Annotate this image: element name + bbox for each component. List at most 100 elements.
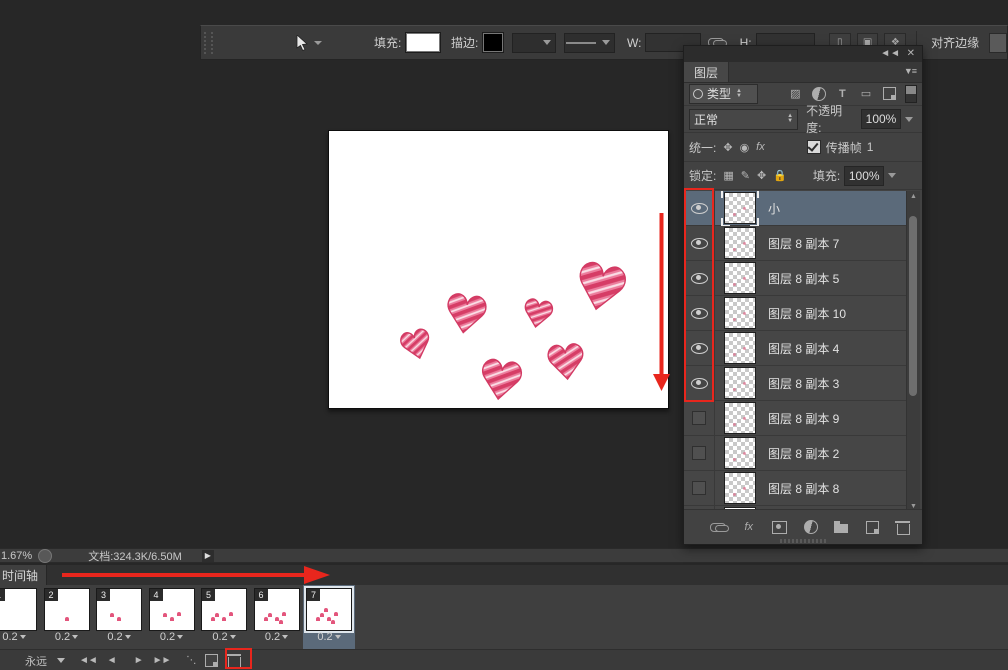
- zoom-value[interactable]: 1.67%: [1, 550, 32, 562]
- next-frame-button[interactable]: ►►: [153, 655, 171, 666]
- move-tool-icon[interactable]: [296, 35, 308, 51]
- frame-cell[interactable]: 10.2: [0, 585, 40, 649]
- eye-toggle[interactable]: [684, 261, 715, 295]
- eye-toggle[interactable]: [684, 191, 715, 225]
- prev-frame-button[interactable]: ◄: [107, 655, 116, 666]
- document-canvas[interactable]: [328, 130, 669, 409]
- eye-toggle[interactable]: [684, 331, 715, 365]
- visibility-checkbox[interactable]: [684, 401, 715, 435]
- status-menu-arrow[interactable]: ▶: [202, 550, 214, 562]
- opacity-dropdown-icon[interactable]: [905, 117, 913, 122]
- filter-smartobject-icon[interactable]: [880, 85, 900, 103]
- link-layers-icon[interactable]: [706, 518, 730, 536]
- options-bar-grip[interactable]: [204, 32, 213, 54]
- frame-thumbnail[interactable]: 7: [306, 588, 352, 631]
- frame-thumbnail[interactable]: 4: [149, 588, 195, 631]
- tween-button[interactable]: ⋱: [186, 655, 195, 666]
- layer-row[interactable]: 图层 8 副本 9: [684, 401, 908, 436]
- tab-layers[interactable]: 图层: [684, 62, 729, 82]
- visibility-checkbox[interactable]: [684, 471, 715, 505]
- propagate-checkbox[interactable]: [807, 140, 821, 154]
- lock-transparent-icon[interactable]: ▦: [723, 169, 733, 182]
- unify-style-icon[interactable]: fx: [756, 141, 765, 153]
- frame-cell[interactable]: 40.2: [146, 585, 198, 649]
- filter-shape-icon[interactable]: ▭: [856, 85, 876, 103]
- layer-row[interactable]: 小: [684, 191, 908, 226]
- first-frame-button[interactable]: ◄◄: [79, 655, 97, 666]
- visibility-checkbox[interactable]: [684, 436, 715, 470]
- layer-thumbnail[interactable]: [724, 332, 756, 364]
- frame-cell[interactable]: 50.2: [198, 585, 250, 649]
- loop-select[interactable]: 永远: [25, 653, 69, 669]
- unify-position-icon[interactable]: ✥: [723, 141, 732, 154]
- play-button[interactable]: ►: [134, 655, 143, 666]
- scrollbar-thumb[interactable]: [909, 216, 917, 396]
- frame-thumbnail[interactable]: 5: [201, 588, 247, 631]
- layer-thumbnail[interactable]: [724, 297, 756, 329]
- eye-toggle[interactable]: [684, 296, 715, 330]
- layer-styles-icon[interactable]: fx: [737, 518, 761, 536]
- layer-row[interactable]: 图层 8 副本 5: [684, 261, 908, 296]
- filter-toggle[interactable]: [905, 85, 917, 103]
- filter-pixel-icon[interactable]: ▨: [786, 85, 806, 103]
- frame-cell[interactable]: 60.2: [251, 585, 303, 649]
- frame-duration[interactable]: 0.2: [0, 631, 40, 643]
- layers-scrollbar[interactable]: ▲ ▼: [906, 191, 920, 512]
- frame-duration[interactable]: 0.2: [41, 631, 93, 643]
- frame-duration[interactable]: 0.2: [93, 631, 145, 643]
- layer-row[interactable]: 图层 8 副本 10: [684, 296, 908, 331]
- edge-partial-button[interactable]: [989, 33, 1007, 53]
- panel-fill-value[interactable]: 100%: [844, 166, 884, 186]
- kind-filter-select[interactable]: 类型 ▲▼: [689, 84, 758, 104]
- layer-row[interactable]: 图层 8 副本 3: [684, 366, 908, 401]
- layer-thumbnail[interactable]: [724, 192, 756, 224]
- layer-thumbnail[interactable]: [724, 437, 756, 469]
- unify-visibility-icon[interactable]: ◉: [740, 141, 750, 154]
- layer-thumbnail[interactable]: [724, 472, 756, 504]
- frame-thumbnail[interactable]: 6: [254, 588, 300, 631]
- layer-thumbnail[interactable]: [724, 402, 756, 434]
- layer-row[interactable]: 图层 8 副本 7: [684, 226, 908, 261]
- layer-thumbnail[interactable]: [724, 367, 756, 399]
- opacity-value[interactable]: 100%: [861, 109, 901, 129]
- frame-duration[interactable]: 0.2: [146, 631, 198, 643]
- frame-thumbnail[interactable]: 3: [96, 588, 142, 631]
- layer-thumbnail[interactable]: [724, 227, 756, 259]
- lock-all-icon[interactable]: 🔒: [773, 169, 787, 182]
- fill-swatch[interactable]: [405, 32, 441, 53]
- filter-type-icon[interactable]: T: [833, 85, 853, 103]
- frame-thumbnail[interactable]: 2: [44, 588, 90, 631]
- frame-cell[interactable]: 20.2: [41, 585, 93, 649]
- layer-row[interactable]: 图层 8 副本 8: [684, 471, 908, 506]
- layer-row[interactable]: 图层 8 副本 2: [684, 436, 908, 471]
- lock-pixels-icon[interactable]: ✎: [741, 169, 750, 182]
- frame-duration[interactable]: 0.2: [198, 631, 250, 643]
- delete-frame-button[interactable]: [228, 653, 241, 668]
- stroke-type-select[interactable]: [564, 33, 615, 53]
- panel-menu-icon[interactable]: ▼≡: [904, 66, 916, 76]
- layer-group-icon[interactable]: [829, 518, 853, 536]
- frame-cell[interactable]: 30.2: [93, 585, 145, 649]
- close-panel-icon[interactable]: ✕: [907, 48, 915, 60]
- eye-toggle[interactable]: [684, 226, 715, 260]
- layer-thumbnail[interactable]: [724, 262, 756, 294]
- scroll-up-icon[interactable]: ▲: [910, 193, 917, 200]
- collapse-panel-icon[interactable]: ◄◄: [880, 48, 900, 60]
- frame-duration[interactable]: 0.2: [251, 631, 303, 643]
- frame-cell[interactable]: 70.2: [303, 585, 355, 649]
- new-layer-icon[interactable]: [860, 518, 884, 536]
- lock-position-icon[interactable]: ✥: [757, 169, 766, 182]
- layer-row[interactable]: 图层 8 副本 4: [684, 331, 908, 366]
- filter-adjustment-icon[interactable]: [809, 85, 829, 103]
- panel-resize-grip[interactable]: [780, 539, 826, 543]
- fill-dropdown-icon[interactable]: [888, 173, 896, 178]
- blend-mode-select[interactable]: 正常 ▲▼: [689, 109, 798, 130]
- stroke-width-select[interactable]: [512, 33, 556, 53]
- tool-dropdown-arrow[interactable]: [314, 41, 322, 45]
- adjustment-layer-icon[interactable]: [799, 518, 823, 536]
- stroke-swatch[interactable]: [482, 32, 504, 53]
- new-frame-button[interactable]: [205, 654, 218, 667]
- eye-toggle[interactable]: [684, 366, 715, 400]
- delete-layer-icon[interactable]: [891, 518, 915, 536]
- tab-timeline[interactable]: 时间轴: [0, 565, 47, 585]
